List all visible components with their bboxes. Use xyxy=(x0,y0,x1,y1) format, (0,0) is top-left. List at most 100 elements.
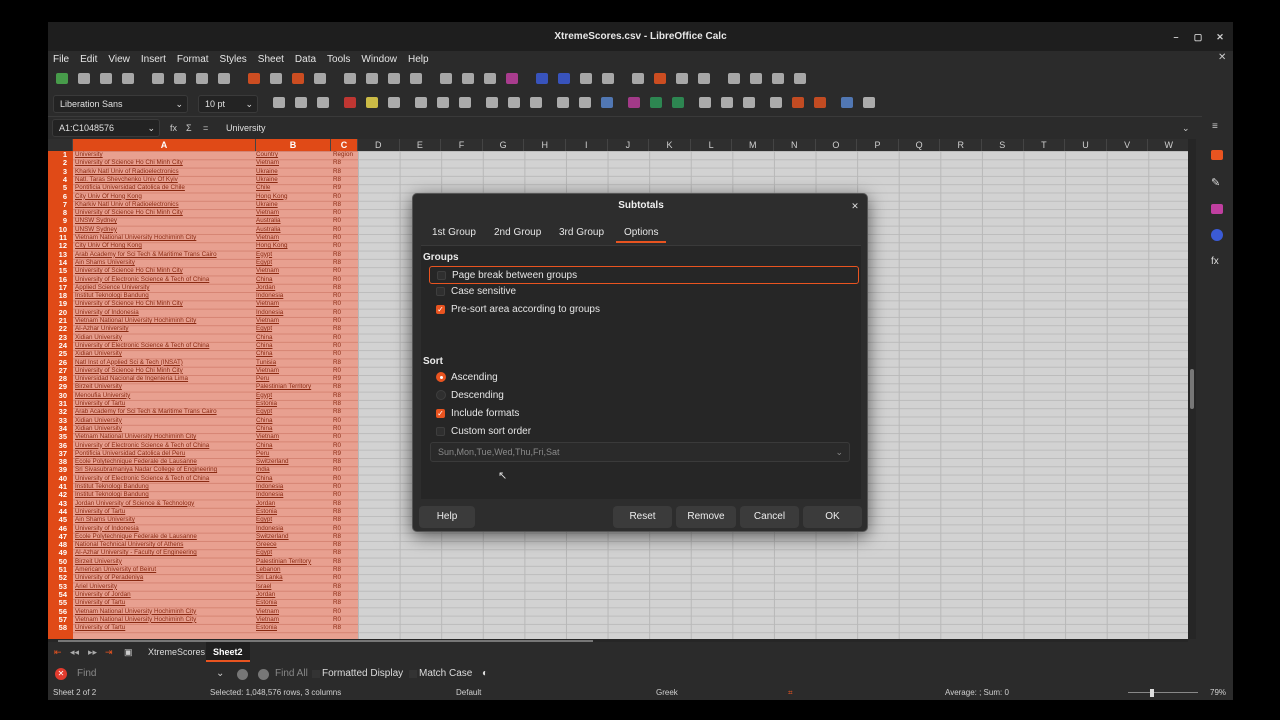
format-icon[interactable] xyxy=(344,97,356,108)
cell-region[interactable]: R9 xyxy=(333,184,358,192)
toolbar-icon[interactable] xyxy=(248,73,260,84)
cell-university[interactable]: Arab Academy for Sci Tech & Maritime Tra… xyxy=(75,408,253,416)
toolbar-icon[interactable] xyxy=(558,73,570,84)
cell-country[interactable]: Vietnam xyxy=(256,300,331,308)
cell-region[interactable]: R8 xyxy=(333,591,358,599)
toolbar-icon[interactable] xyxy=(698,73,710,84)
cell-region[interactable]: R8 xyxy=(333,400,358,408)
column-header-q[interactable]: Q xyxy=(899,139,941,151)
cell-country[interactable]: Indonesia xyxy=(256,483,331,491)
cell-country[interactable]: Tunisia xyxy=(256,359,331,367)
cell-region[interactable]: R8 xyxy=(333,533,358,541)
row-header[interactable]: 5 xyxy=(48,183,73,192)
cell-country[interactable]: Palestinian Territory xyxy=(256,558,331,566)
cell-university[interactable]: University of Tartu xyxy=(75,508,253,516)
cell-university[interactable]: University of Electronic Science & Tech … xyxy=(75,342,253,350)
toolbar-icon[interactable] xyxy=(602,73,614,84)
cell-country[interactable]: Country xyxy=(256,151,331,159)
cell-country[interactable]: Egypt xyxy=(256,251,331,259)
cell-country[interactable]: Jordan xyxy=(256,284,331,292)
cell-country[interactable]: China xyxy=(256,475,331,483)
column-header-p[interactable]: P xyxy=(857,139,899,151)
column-header-u[interactable]: U xyxy=(1065,139,1107,151)
cell-region[interactable]: R0 xyxy=(333,433,358,441)
column-header-s[interactable]: S xyxy=(982,139,1024,151)
sum-icon[interactable]: Σ xyxy=(186,117,192,139)
row-header[interactable]: 3 xyxy=(48,167,73,176)
format-icon[interactable] xyxy=(366,97,378,108)
cell-country[interactable]: Jordan xyxy=(256,591,331,599)
format-icon[interactable] xyxy=(459,97,471,108)
cell-university[interactable]: Ain Shams University xyxy=(75,259,253,267)
cell-country[interactable]: China xyxy=(256,334,331,342)
find-previous-icon[interactable] xyxy=(237,669,248,680)
format-icon[interactable] xyxy=(721,97,733,108)
cell-country[interactable]: Palestinian Territory xyxy=(256,383,331,391)
cell-region[interactable]: R0 xyxy=(333,226,358,234)
formula-icon[interactable]: = xyxy=(203,117,208,139)
format-icon[interactable] xyxy=(388,97,400,108)
cell-country[interactable]: Egypt xyxy=(256,392,331,400)
cell-university[interactable]: University of Indonesia xyxy=(75,525,253,533)
format-icon[interactable] xyxy=(672,97,684,108)
tab-3rd-group[interactable]: 3rd Group xyxy=(559,223,604,243)
column-header-w[interactable]: W xyxy=(1148,139,1188,151)
cell-region[interactable]: R0 xyxy=(333,242,358,250)
cell-region[interactable]: R0 xyxy=(333,525,358,533)
cell-university[interactable]: Sri Sivasubramaniya Nadar College of Eng… xyxy=(75,466,253,474)
column-header-i[interactable]: I xyxy=(566,139,608,151)
cell-university[interactable]: UNSW Sydney xyxy=(75,226,253,234)
toolbar-icon[interactable] xyxy=(78,73,90,84)
menu-styles[interactable]: Styles xyxy=(220,54,247,65)
prev-sheet-icon[interactable]: ◂◂ xyxy=(70,642,79,662)
case-sensitive-checkbox[interactable] xyxy=(436,286,445,296)
menu-insert[interactable]: Insert xyxy=(141,54,166,65)
format-icon[interactable] xyxy=(650,97,662,108)
format-icon[interactable] xyxy=(628,97,640,108)
cell-university[interactable]: Pontificia Universidad Catolica del Peru xyxy=(75,450,253,458)
cell-region[interactable]: R8 xyxy=(333,566,358,574)
format-icon[interactable] xyxy=(486,97,498,108)
styles-icon[interactable]: ✎ xyxy=(1211,176,1223,189)
cell-country[interactable]: China xyxy=(256,417,331,425)
dialog-close-icon[interactable]: ✕ xyxy=(848,199,862,213)
cell-country[interactable]: India xyxy=(256,466,331,474)
cell-country[interactable]: Vietnam xyxy=(256,159,331,167)
menu-window[interactable]: Window xyxy=(361,54,397,65)
toolbar-icon[interactable] xyxy=(270,73,282,84)
format-icon[interactable] xyxy=(415,97,427,108)
cell-region[interactable]: R0 xyxy=(333,334,358,342)
cell-country[interactable]: Vietnam xyxy=(256,608,331,616)
properties-icon[interactable] xyxy=(1211,150,1223,160)
cell-region[interactable]: R8 xyxy=(333,201,358,209)
first-sheet-icon[interactable]: ⇤ xyxy=(54,642,62,662)
menu-help[interactable]: Help xyxy=(408,54,429,65)
cell-country[interactable]: Switzerland xyxy=(256,458,331,466)
ok-button[interactable]: OK xyxy=(803,506,862,528)
format-icon[interactable] xyxy=(743,97,755,108)
cell-university[interactable]: City Univ Of Hong Kong xyxy=(75,242,253,250)
cell-country[interactable]: Indonesia xyxy=(256,491,331,499)
reset-button[interactable]: Reset xyxy=(613,506,672,528)
find-replace-icon[interactable]: ◐ xyxy=(482,662,488,686)
cell-region[interactable]: R0 xyxy=(333,491,358,499)
cell-country[interactable]: Vietnam xyxy=(256,433,331,441)
cell-university[interactable]: University of Science Ho Chi Minh City xyxy=(75,209,253,217)
zoom-slider-handle[interactable] xyxy=(1150,689,1154,697)
page-break-option[interactable]: Page break between groups xyxy=(429,266,859,284)
cell-country[interactable]: China xyxy=(256,342,331,350)
format-icon[interactable] xyxy=(557,97,569,108)
last-sheet-icon[interactable]: ⇥ xyxy=(105,642,113,662)
custom-sort-checkbox[interactable] xyxy=(436,426,445,436)
column-header-f[interactable]: F xyxy=(441,139,483,151)
column-header-g[interactable]: G xyxy=(483,139,525,151)
cell-region[interactable]: R8 xyxy=(333,458,358,466)
toolbar-icon[interactable] xyxy=(56,73,68,84)
cell-region[interactable]: R8 xyxy=(333,599,358,607)
menu-view[interactable]: View xyxy=(108,54,130,65)
cell-university[interactable]: Birzeit University xyxy=(75,558,253,566)
menu-sheet[interactable]: Sheet xyxy=(258,54,284,65)
toolbar-icon[interactable] xyxy=(654,73,666,84)
column-header-j[interactable]: J xyxy=(608,139,650,151)
cell-university[interactable]: Natl. Taras Shevchenko Univ Of Kyiv xyxy=(75,176,253,184)
